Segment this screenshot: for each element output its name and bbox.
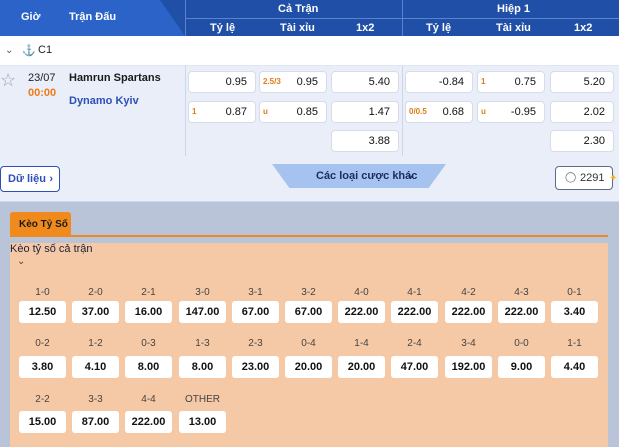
col-h1-handicap: Tỷ lệ — [426, 22, 452, 34]
odd-cell[interactable]: 2.5/3 0.95 — [260, 72, 326, 92]
score-label: 2-0 — [88, 287, 103, 298]
chevron-right-icon: › — [49, 173, 53, 185]
score-odd-button[interactable]: 15.00 — [19, 411, 66, 433]
col-h1-1x2: 1x2 — [574, 22, 593, 34]
col-h1-ou: Tài xỉu — [496, 22, 531, 34]
score-odd-button[interactable]: 12.50 — [19, 301, 66, 323]
odd-cell[interactable]: 5.40 — [332, 72, 398, 92]
score-label: 4-3 — [514, 287, 529, 298]
col-ft-1x2: 1x2 — [356, 22, 375, 34]
score-odd-button[interactable]: 222.00 — [498, 301, 545, 323]
score-label: 3-1 — [248, 287, 263, 298]
odd-cell[interactable]: u -0.95 — [478, 102, 544, 122]
home-team: Hamrun Spartans — [69, 72, 161, 84]
score-label: 0-1 — [567, 287, 582, 298]
score-label: 0-0 — [514, 338, 529, 349]
score-label: 4-4 — [141, 394, 156, 405]
odd-cell[interactable]: 3.88 — [332, 131, 398, 151]
match-row: ☆ 23/07 00:00 Hamrun Spartans Dynamo Kyi… — [0, 66, 619, 202]
score-odd-button[interactable]: 8.00 — [125, 356, 172, 378]
score-label: OTHER — [185, 394, 220, 405]
score-odd-button[interactable]: 3.40 — [551, 301, 598, 323]
score-odd-button[interactable]: 20.00 — [285, 356, 332, 378]
score-label: 3-2 — [301, 287, 316, 298]
score-odd-button[interactable]: 20.00 — [338, 356, 385, 378]
score-odd-button[interactable]: 67.00 — [285, 301, 332, 323]
star-icon[interactable]: ☆ — [0, 70, 16, 91]
score-odd-button[interactable]: 3.80 — [19, 356, 66, 378]
score-label: 3-3 — [88, 394, 103, 405]
table-header: Giờ Trận Đấu Cả Trận Hiệp 1 Tỷ lệ Tài xỉ… — [0, 0, 619, 36]
more-bets-button[interactable]: Các loại cược khác ⌄ — [272, 164, 446, 188]
viewer-count-button[interactable]: ◯ 2291 — [555, 166, 613, 190]
score-label: 0-3 — [141, 338, 156, 349]
odd-cell[interactable]: 5.20 — [551, 72, 613, 92]
score-odd-button[interactable]: 47.00 — [391, 356, 438, 378]
col-ft-ou: Tài xỉu — [280, 22, 315, 34]
match-date: 23/07 — [28, 72, 56, 84]
score-label: 0-2 — [35, 338, 50, 349]
odd-cell[interactable]: 2.30 — [551, 131, 613, 151]
score-odd-button[interactable]: 222.00 — [338, 301, 385, 323]
score-odd-button[interactable]: 222.00 — [445, 301, 492, 323]
match-time: 00:00 — [28, 87, 57, 99]
score-odd-button[interactable]: 222.00 — [391, 301, 438, 323]
league-row[interactable]: ⌄ ⚓ C1 — [0, 36, 619, 66]
score-label: 1-0 — [35, 287, 50, 298]
col-ft-handicap: Tỷ lệ — [210, 22, 236, 34]
score-odd-button[interactable]: 8.00 — [179, 356, 226, 378]
score-label: 4-0 — [354, 287, 369, 298]
odd-cell[interactable]: u 0.85 — [260, 102, 326, 122]
score-label: 2-1 — [141, 287, 156, 298]
score-odd-button[interactable]: 16.00 — [125, 301, 172, 323]
score-label: 1-1 — [567, 338, 582, 349]
panel-title: Kèo tỷ số cả trận — [10, 243, 93, 255]
score-label: 4-2 — [461, 287, 476, 298]
score-odd-button[interactable]: 37.00 — [72, 301, 119, 323]
odd-cell[interactable]: 1 0.75 — [478, 72, 544, 92]
league-name: C1 — [38, 44, 53, 56]
score-odd-button[interactable]: 222.00 — [125, 411, 172, 433]
away-team: Dynamo Kyiv — [69, 95, 139, 107]
col-first-half: Hiệp 1 — [497, 3, 531, 15]
score-odd-button[interactable]: 87.00 — [72, 411, 119, 433]
odd-cell[interactable]: 1 0.87 — [189, 102, 255, 122]
trophy-icon: ⚓ — [22, 45, 36, 57]
odd-cell[interactable]: 2.02 — [551, 102, 613, 122]
score-label: 3-4 — [461, 338, 476, 349]
score-label: 2-4 — [407, 338, 422, 349]
chevron-down-icon: ⌄ — [406, 169, 416, 181]
score-label: 2-3 — [248, 338, 263, 349]
score-odd-button[interactable]: 9.00 — [498, 356, 545, 378]
score-odd-button[interactable]: 23.00 — [232, 356, 279, 378]
tab-correct-score[interactable]: Kèo Tỷ Số — [10, 212, 71, 236]
score-odd-button[interactable]: 192.00 — [445, 356, 492, 378]
col-match: Trận Đấu — [69, 11, 117, 23]
data-button[interactable]: Dữ liệu › — [0, 166, 60, 192]
score-odd-button[interactable]: 13.00 — [179, 411, 226, 433]
col-full-match: Cả Trận — [278, 3, 319, 15]
score-label: 0-4 — [301, 338, 316, 349]
score-odd-button[interactable]: 4.40 — [551, 356, 598, 378]
score-odd-button[interactable]: 147.00 — [179, 301, 226, 323]
col-time: Giờ — [21, 11, 41, 23]
score-label: 1-2 — [88, 338, 103, 349]
chevron-down-icon[interactable]: ⌄ — [5, 45, 13, 56]
score-odd-button[interactable]: 4.10 — [72, 356, 119, 378]
odd-cell[interactable]: 0.95 — [189, 72, 255, 92]
sparkle-icon: ✦ — [609, 173, 618, 184]
user-icon: ◯ — [565, 172, 577, 183]
chevron-down-icon[interactable]: ⌄ — [17, 256, 25, 267]
score-label: 1-3 — [195, 338, 210, 349]
odd-cell[interactable]: -0.84 — [406, 72, 472, 92]
score-odd-button[interactable]: 67.00 — [232, 301, 279, 323]
score-label: 1-4 — [354, 338, 369, 349]
odd-cell[interactable]: 1.47 — [332, 102, 398, 122]
score-label: 2-2 — [35, 394, 50, 405]
score-label: 3-0 — [195, 287, 210, 298]
odd-cell[interactable]: 0/0.5 0.68 — [406, 102, 472, 122]
score-label: 4-1 — [407, 287, 422, 298]
